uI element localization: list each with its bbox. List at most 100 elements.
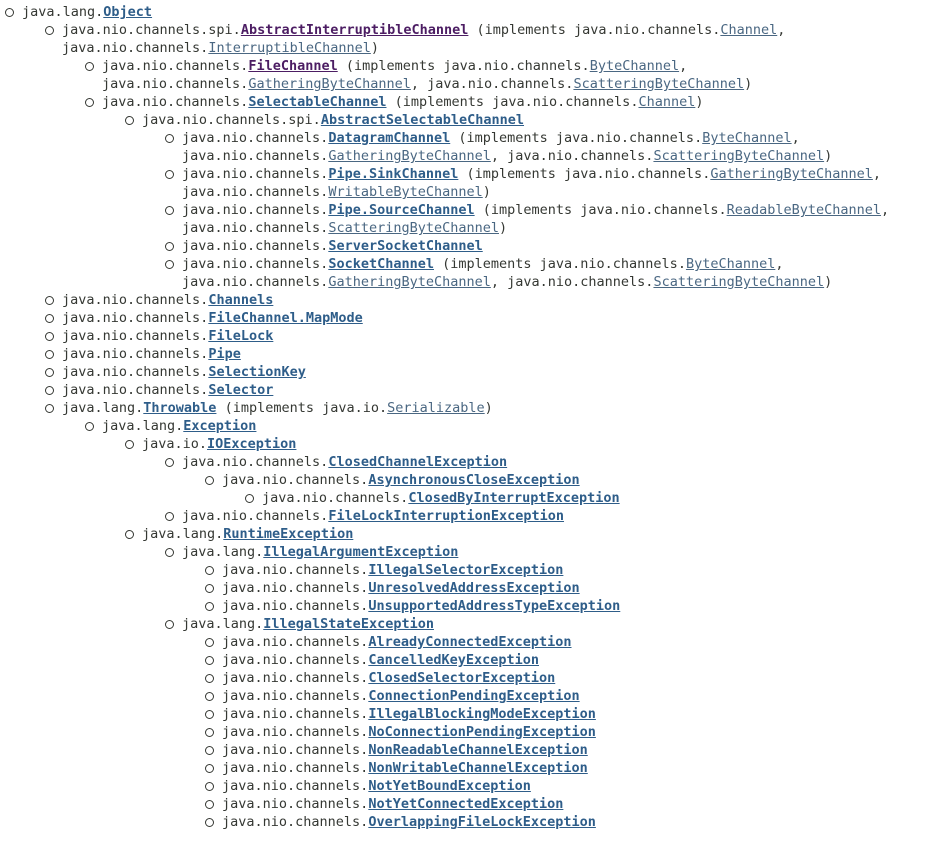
class-link[interactable]: IllegalArgumentException [263,544,458,560]
bullet-icon [165,170,174,179]
bullet-icon [205,674,214,683]
package-text: java.nio.channels. [62,328,209,344]
interface-link[interactable]: GatheringByteChannel [328,274,491,290]
class-link[interactable]: FileLock [208,328,273,344]
class-link[interactable]: SelectableChannel [248,94,386,110]
class-link[interactable]: ServerSocketChannel [328,238,482,254]
interface-link[interactable]: ByteChannel [702,130,791,146]
class-link[interactable]: IllegalSelectorException [368,562,563,578]
interface-link[interactable]: GatheringByteChannel [248,76,411,92]
class-link[interactable]: NotYetConnectedException [368,796,563,812]
class-link[interactable]: FileChannel.MapMode [208,310,362,326]
class-link[interactable]: SocketChannel [328,256,434,272]
class-link[interactable]: AbstractSelectableChannel [321,112,524,128]
class-link[interactable]: AbstractInterruptibleChannel [241,22,469,38]
package-text: (implements java.nio.channels. [468,22,721,38]
package-text: java.nio.channels. [222,814,369,830]
tree-row: java.nio.channels.SocketChannel (impleme… [165,255,784,273]
package-text: java.nio.channels. [62,292,209,308]
package-text: ) [484,400,493,416]
tree-row: java.nio.channels.Selector [45,381,273,399]
package-text: java.nio.channels.spi. [142,112,321,128]
tree-row: java.nio.channels.NoConnectionPendingExc… [205,723,596,741]
bullet-icon [165,206,174,215]
package-text: java.nio.channels. [222,652,369,668]
tree-row: java.nio.channels.spi.AbstractInterrupti… [45,21,785,39]
tree-row: java.nio.channels.Pipe.SourceChannel (im… [165,201,889,219]
class-link[interactable]: UnsupportedAddressTypeException [368,598,620,614]
package-text: java.nio.channels. [102,94,249,110]
class-link[interactable]: Object [103,4,152,20]
interface-link[interactable]: WritableByteChannel [328,184,482,200]
interface-link[interactable]: Serializable [387,400,485,416]
class-link[interactable]: ClosedChannelException [328,454,507,470]
class-link[interactable]: Pipe.SinkChannel [328,166,458,182]
package-text: java.nio.channels. [182,130,329,146]
bullet-icon [165,548,174,557]
tree-row: java.nio.channels.IllegalBlockingModeExc… [205,705,596,723]
interface-link[interactable]: ScatteringByteChannel [573,76,744,92]
class-link[interactable]: AlreadyConnectedException [368,634,571,650]
tree-row: java.nio.channels.IllegalSelectorExcepti… [205,561,563,579]
bullet-icon [205,746,214,755]
package-text: java.nio.channels. [182,202,329,218]
package-text: java.nio.channels. [62,346,209,362]
class-link[interactable]: Channels [208,292,273,308]
package-text: (implements java.nio.channels. [458,166,711,182]
package-text: java.nio.channels. [222,706,369,722]
class-link[interactable]: ConnectionPendingException [368,688,579,704]
class-link[interactable]: RuntimeException [223,526,353,542]
class-link[interactable]: IllegalBlockingModeException [368,706,596,722]
interface-link[interactable]: ScatteringByteChannel [328,220,499,236]
package-text: java.nio.channels. [222,760,369,776]
bullet-icon [205,476,214,485]
package-text: java.io. [142,436,208,452]
class-link[interactable]: UnresolvedAddressException [368,580,579,596]
tree-row: java.nio.channels.FileLockInterruptionEx… [165,507,564,525]
class-link[interactable]: DatagramChannel [328,130,450,146]
class-link[interactable]: NonReadableChannelException [368,742,587,758]
class-link[interactable]: ClosedSelectorException [368,670,555,686]
class-link[interactable]: IllegalStateException [263,616,434,632]
bullet-icon [205,638,214,647]
class-link[interactable]: Throwable [143,400,216,416]
class-link[interactable]: NotYetBoundException [368,778,531,794]
bullet-icon [205,656,214,665]
class-link[interactable]: Pipe [208,346,241,362]
package-text: java.lang. [142,526,224,542]
bullet-icon [45,314,54,323]
interface-link[interactable]: ScatteringByteChannel [653,148,824,164]
class-link[interactable]: CancelledKeyException [368,652,539,668]
interface-link[interactable]: Channel [720,22,777,38]
interface-link[interactable]: Channel [638,94,695,110]
class-link[interactable]: Pipe.SourceChannel [328,202,474,218]
tree-row: java.io.IOException [125,435,296,453]
class-link[interactable]: ClosedByInterruptException [408,490,619,506]
tree-row: java.nio.channels.ServerSocketChannel [165,237,483,255]
bullet-icon [45,296,54,305]
package-text: ) [370,40,380,56]
class-link[interactable]: IOException [207,436,296,452]
class-link[interactable]: Selector [208,382,273,398]
tree-row: java.nio.channels.NotYetBoundException [205,777,531,795]
package-text: ) [482,184,491,200]
interface-link[interactable]: ByteChannel [686,256,775,272]
class-link[interactable]: Exception [183,418,256,434]
class-link[interactable]: NoConnectionPendingException [368,724,596,740]
bullet-icon [205,584,214,593]
tree-row: java.nio.channels.ClosedChannelException [165,453,507,471]
class-link[interactable]: AsynchronousCloseException [368,472,579,488]
class-link[interactable]: OverlappingFileLockException [368,814,596,830]
class-link[interactable]: FileLockInterruptionException [328,508,564,524]
interface-link[interactable]: GatheringByteChannel [328,148,491,164]
interface-link[interactable]: GatheringByteChannel [710,166,873,182]
bullet-icon [205,692,214,701]
class-link[interactable]: FileChannel [248,58,337,74]
class-link[interactable]: NonWritableChannelException [368,760,587,776]
interface-link[interactable]: InterruptibleChannel [208,40,371,56]
interface-link[interactable]: ByteChannel [590,58,679,74]
package-text: (implements java.nio.channels. [386,94,639,110]
class-link[interactable]: SelectionKey [208,364,306,380]
interface-link[interactable]: ReadableByteChannel [727,202,881,218]
interface-link[interactable]: ScatteringByteChannel [653,274,824,290]
